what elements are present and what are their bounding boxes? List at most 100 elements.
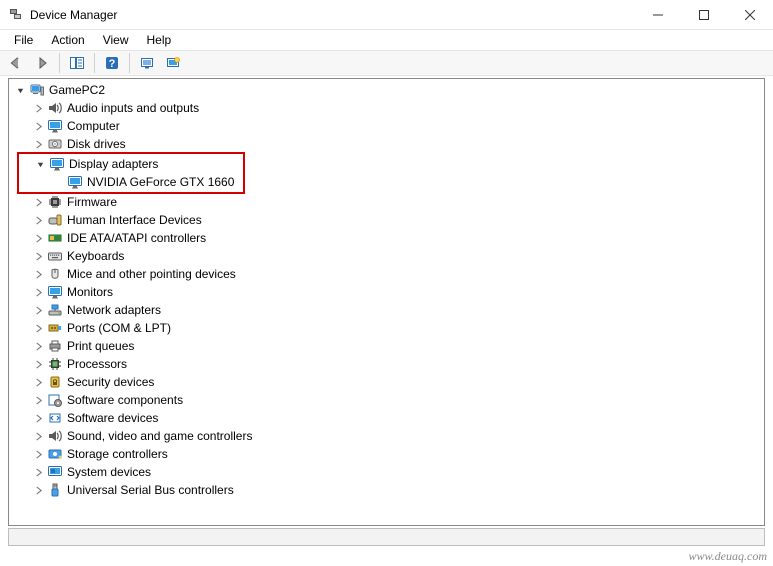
tree-item[interactable]: IDE ATA/ATAPI controllers <box>9 229 764 247</box>
tree-item-label: Ports (COM & LPT) <box>67 321 171 335</box>
tree-item[interactable]: Universal Serial Bus controllers <box>9 481 764 499</box>
expand-arrow-icon[interactable] <box>31 429 45 443</box>
tree-item-label: Monitors <box>67 285 113 299</box>
mouse-icon <box>47 266 63 282</box>
tree-item-label: Computer <box>67 119 120 133</box>
toolbar-separator <box>129 53 130 73</box>
devices-printers-button[interactable] <box>161 52 185 74</box>
forward-button[interactable] <box>30 52 54 74</box>
expand-arrow-icon[interactable] <box>31 285 45 299</box>
tree-item[interactable]: Firmware <box>9 193 764 211</box>
tree-item-label: Universal Serial Bus controllers <box>67 483 234 497</box>
minimize-button[interactable] <box>635 0 681 30</box>
tree-item-label: Display adapters <box>69 157 158 171</box>
tree-item-label: Mice and other pointing devices <box>67 267 236 281</box>
expand-arrow-icon[interactable] <box>31 483 45 497</box>
expand-arrow-icon[interactable] <box>31 137 45 151</box>
tree-item-label: Audio inputs and outputs <box>67 101 199 115</box>
expand-arrow-icon[interactable] <box>31 303 45 317</box>
expand-arrow-icon[interactable] <box>31 195 45 209</box>
tree-item-label: GamePC2 <box>49 83 105 97</box>
tree-root[interactable]: GamePC2 <box>9 81 764 99</box>
maximize-button[interactable] <box>681 0 727 30</box>
tree-item-label: Disk drives <box>67 137 126 151</box>
storage-icon <box>47 446 63 462</box>
tree-item-label: IDE ATA/ATAPI controllers <box>67 231 206 245</box>
expand-arrow-icon[interactable] <box>31 339 45 353</box>
expand-arrow-icon[interactable] <box>33 157 47 171</box>
tree-item-label: Software devices <box>67 411 158 425</box>
tree-item[interactable]: Disk drives <box>9 135 764 153</box>
expand-arrow-icon[interactable] <box>13 83 27 97</box>
highlight-box: Display adapters NVIDIA GeForce GTX 1660 <box>17 152 245 194</box>
expand-arrow-icon[interactable] <box>31 447 45 461</box>
speaker-icon <box>47 428 63 444</box>
expand-arrow-icon[interactable] <box>31 213 45 227</box>
tree-item[interactable]: Processors <box>9 355 764 373</box>
expand-arrow-icon[interactable] <box>31 101 45 115</box>
tree-item[interactable]: Mice and other pointing devices <box>9 265 764 283</box>
network-icon <box>47 302 63 318</box>
scan-hardware-button[interactable] <box>135 52 159 74</box>
expand-arrow-icon[interactable] <box>31 393 45 407</box>
tree-item-display-adapters[interactable]: Display adapters <box>19 155 243 173</box>
expand-arrow-icon[interactable] <box>31 411 45 425</box>
tree-item-label: System devices <box>67 465 151 479</box>
help-button[interactable]: ? <box>100 52 124 74</box>
tree-item[interactable]: Keyboards <box>9 247 764 265</box>
tree-item[interactable]: Monitors <box>9 283 764 301</box>
tree-item[interactable]: Computer <box>9 117 764 135</box>
toolbar: ? <box>0 50 773 76</box>
expand-arrow-icon[interactable] <box>31 375 45 389</box>
show-hide-tree-button[interactable] <box>65 52 89 74</box>
menu-file[interactable]: File <box>6 32 41 48</box>
expand-arrow-icon[interactable] <box>31 357 45 371</box>
tree-item-label: NVIDIA GeForce GTX 1660 <box>87 175 234 189</box>
menu-action[interactable]: Action <box>43 32 92 48</box>
menubar: File Action View Help <box>0 30 773 50</box>
tree-item-label: Keyboards <box>67 249 124 263</box>
tree-item-label: Processors <box>67 357 127 371</box>
close-button[interactable] <box>727 0 773 30</box>
expand-arrow-icon[interactable] <box>31 249 45 263</box>
tree-item-label: Sound, video and game controllers <box>67 429 252 443</box>
app-icon <box>8 7 24 23</box>
expand-arrow-icon[interactable] <box>31 231 45 245</box>
monitor-icon <box>67 174 83 190</box>
tree-item[interactable]: Human Interface Devices <box>9 211 764 229</box>
svg-text:?: ? <box>109 58 116 70</box>
back-button[interactable] <box>4 52 28 74</box>
tree-item[interactable]: Print queues <box>9 337 764 355</box>
usb-icon <box>47 482 63 498</box>
window-title: Device Manager <box>30 8 117 22</box>
security-icon <box>47 374 63 390</box>
tree-item[interactable]: System devices <box>9 463 764 481</box>
tree-item-label: Firmware <box>67 195 117 209</box>
keyboard-icon <box>47 248 63 264</box>
monitor-icon <box>47 118 63 134</box>
tree-item[interactable]: Network adapters <box>9 301 764 319</box>
expand-arrow-icon[interactable] <box>31 321 45 335</box>
tree-item[interactable]: Software components <box>9 391 764 409</box>
monitor-icon <box>49 156 65 172</box>
tree-item-gpu[interactable]: NVIDIA GeForce GTX 1660 <box>19 173 243 191</box>
tree-item[interactable]: Security devices <box>9 373 764 391</box>
expand-arrow-icon[interactable] <box>31 267 45 281</box>
cpu-icon <box>47 356 63 372</box>
menu-help[interactable]: Help <box>139 32 180 48</box>
menu-view[interactable]: View <box>95 32 137 48</box>
tree-item[interactable]: Ports (COM & LPT) <box>9 319 764 337</box>
watermark: www.deuaq.com <box>689 549 767 564</box>
device-tree-panel[interactable]: GamePC2 Audio inputs and outputs Computer D… <box>8 78 765 526</box>
expand-arrow-icon[interactable] <box>31 465 45 479</box>
expand-arrow-icon[interactable] <box>31 119 45 133</box>
tree-item[interactable]: Software devices <box>9 409 764 427</box>
ide-icon <box>47 230 63 246</box>
tree-item[interactable]: Storage controllers <box>9 445 764 463</box>
toolbar-separator <box>94 53 95 73</box>
tree-item[interactable]: Sound, video and game controllers <box>9 427 764 445</box>
tree-item-label: Security devices <box>67 375 154 389</box>
tree-item[interactable]: Audio inputs and outputs <box>9 99 764 117</box>
printer-icon <box>47 338 63 354</box>
port-icon <box>47 320 63 336</box>
